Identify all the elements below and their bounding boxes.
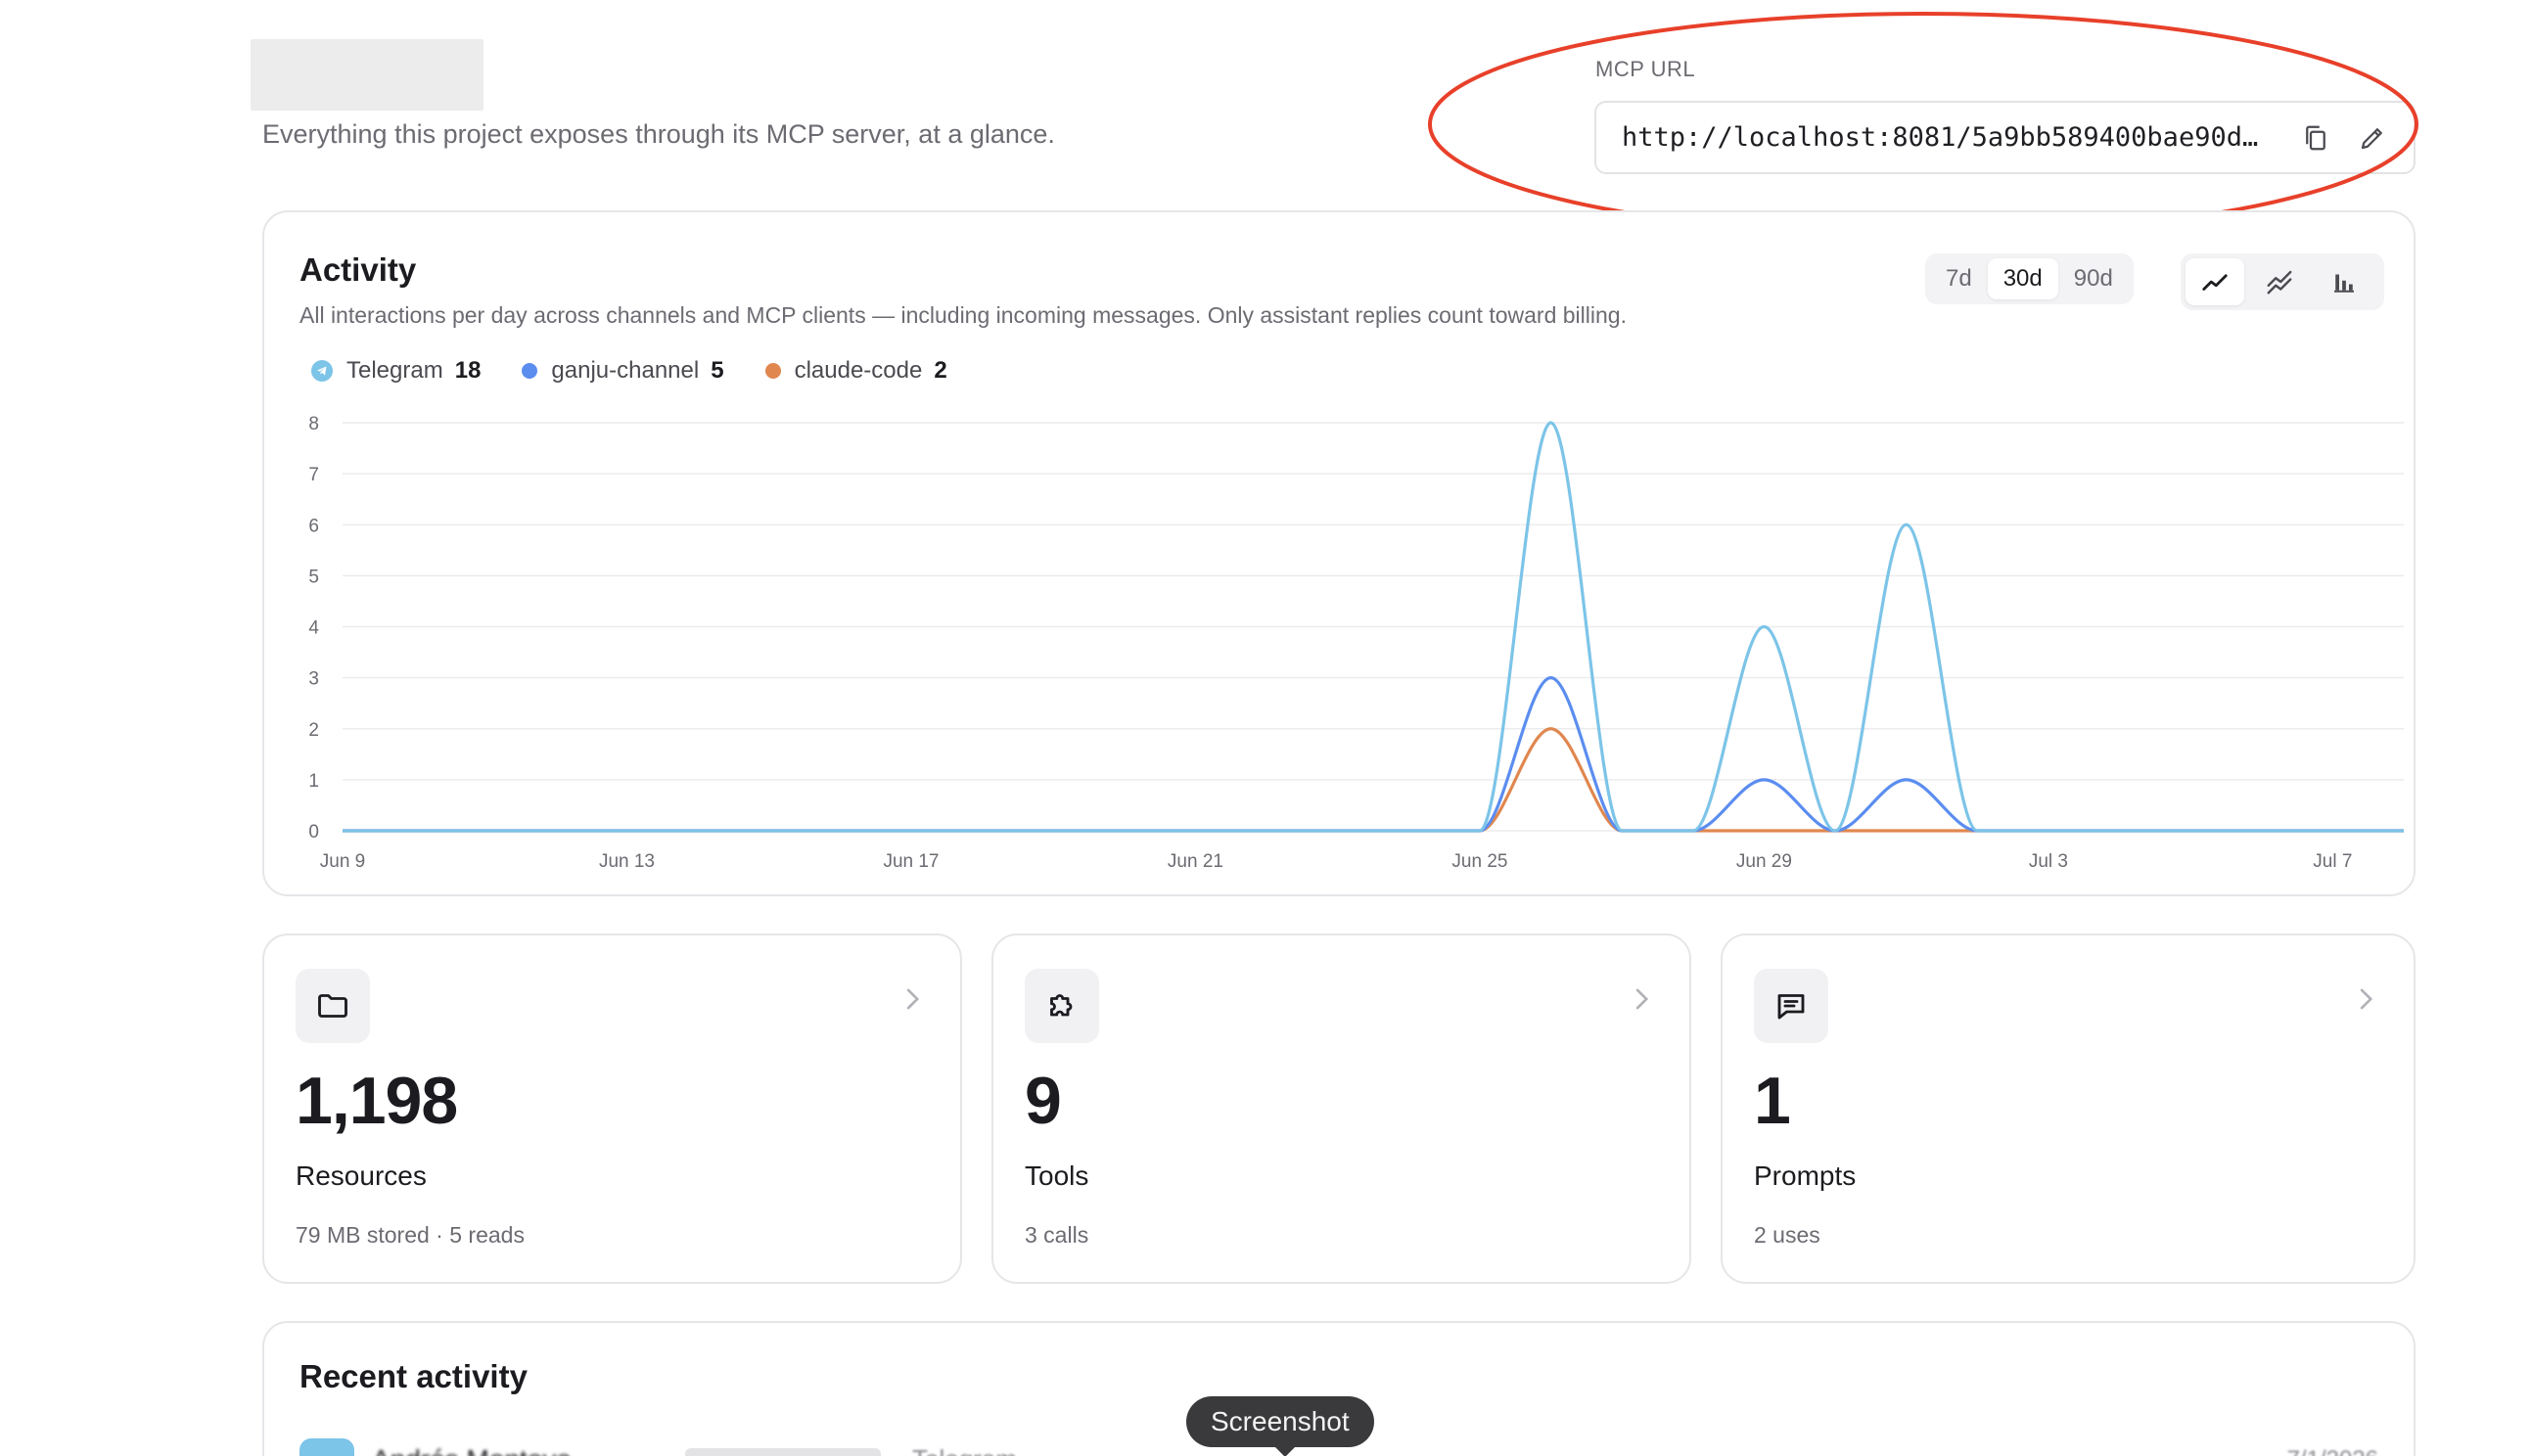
x-tick-label: Jun 17 xyxy=(883,851,939,872)
chevron-right-icon xyxy=(903,986,921,1017)
mcp-url-field: http://localhost:8081/5a9bb589400bae90d… xyxy=(1594,101,2416,174)
page-title-redacted xyxy=(251,39,483,111)
stat-card-prompts[interactable]: 1 Prompts 2 uses xyxy=(1721,933,2416,1284)
y-tick-label: 5 xyxy=(308,567,319,587)
activity-date: 7/1/2026 xyxy=(2287,1446,2378,1456)
stat-label: Resources xyxy=(296,1160,427,1191)
screenshot-tooltip: Screenshot xyxy=(1186,1396,1374,1447)
message-icon xyxy=(1754,969,1828,1043)
x-tick-label: Jun 29 xyxy=(1736,851,1792,872)
mcp-url-label: MCP URL xyxy=(1595,57,1696,81)
activity-chart: 0 1 2 3 4 5 6 7 8 Jun 9 Jun 13 Jun 17 Jun 21 Jun 25 Ju… xyxy=(308,414,2404,872)
x-tick-label: Jul 3 xyxy=(2029,851,2068,872)
stat-card-tools[interactable]: 9 Tools 3 calls xyxy=(991,933,1691,1284)
x-tick-label: Jun 21 xyxy=(1168,851,1223,872)
chevron-right-icon xyxy=(1633,986,1650,1017)
y-tick-label: 1 xyxy=(308,771,319,792)
copy-icon[interactable] xyxy=(2294,116,2337,159)
pencil-icon[interactable] xyxy=(2351,116,2394,159)
activity-user-name: Andrés Montoya xyxy=(372,1444,572,1456)
stat-card-resources[interactable]: 1,198 Resources 79 MB stored · 5 reads xyxy=(262,933,962,1284)
stat-sub: 2 uses xyxy=(1754,1222,1820,1248)
redacted-text xyxy=(685,1448,881,1456)
mcp-url-value[interactable]: http://localhost:8081/5a9bb589400bae90d… xyxy=(1622,122,2280,153)
stat-sub: 3 calls xyxy=(1025,1222,1089,1248)
x-tick-label: Jun 25 xyxy=(1451,851,1507,872)
x-tick-label: Jun 13 xyxy=(599,851,655,872)
folder-icon xyxy=(296,969,370,1043)
y-tick-label: 4 xyxy=(308,618,319,639)
stat-value: 1,198 xyxy=(296,1064,458,1138)
tooltip-tail xyxy=(1272,1444,1298,1456)
stat-value: 9 xyxy=(1025,1064,1062,1138)
activity-channel: Telegram xyxy=(912,1444,1017,1456)
y-tick-label: 3 xyxy=(308,669,319,690)
page-subtitle: Everything this project exposes through … xyxy=(262,119,1055,149)
x-tick-label: Jun 9 xyxy=(320,851,365,872)
stat-sub: 79 MB stored · 5 reads xyxy=(296,1222,525,1248)
y-tick-label: 2 xyxy=(308,720,319,741)
activity-card: Activity All interactions per day across… xyxy=(262,210,2416,896)
y-tick-label: 6 xyxy=(308,516,319,536)
avatar xyxy=(299,1438,354,1456)
series-line-ganju-channel xyxy=(342,676,2404,833)
chevron-right-icon xyxy=(2357,986,2374,1017)
stat-value: 1 xyxy=(1754,1064,1791,1138)
stat-label: Tools xyxy=(1025,1160,1089,1191)
puzzle-icon xyxy=(1025,969,1099,1043)
y-tick-label: 8 xyxy=(308,414,319,434)
y-tick-label: 0 xyxy=(308,822,319,842)
stat-label: Prompts xyxy=(1754,1160,1857,1191)
recent-activity-title: Recent activity xyxy=(299,1358,528,1394)
x-tick-label: Jul 7 xyxy=(2313,851,2352,872)
y-tick-label: 7 xyxy=(308,465,319,485)
